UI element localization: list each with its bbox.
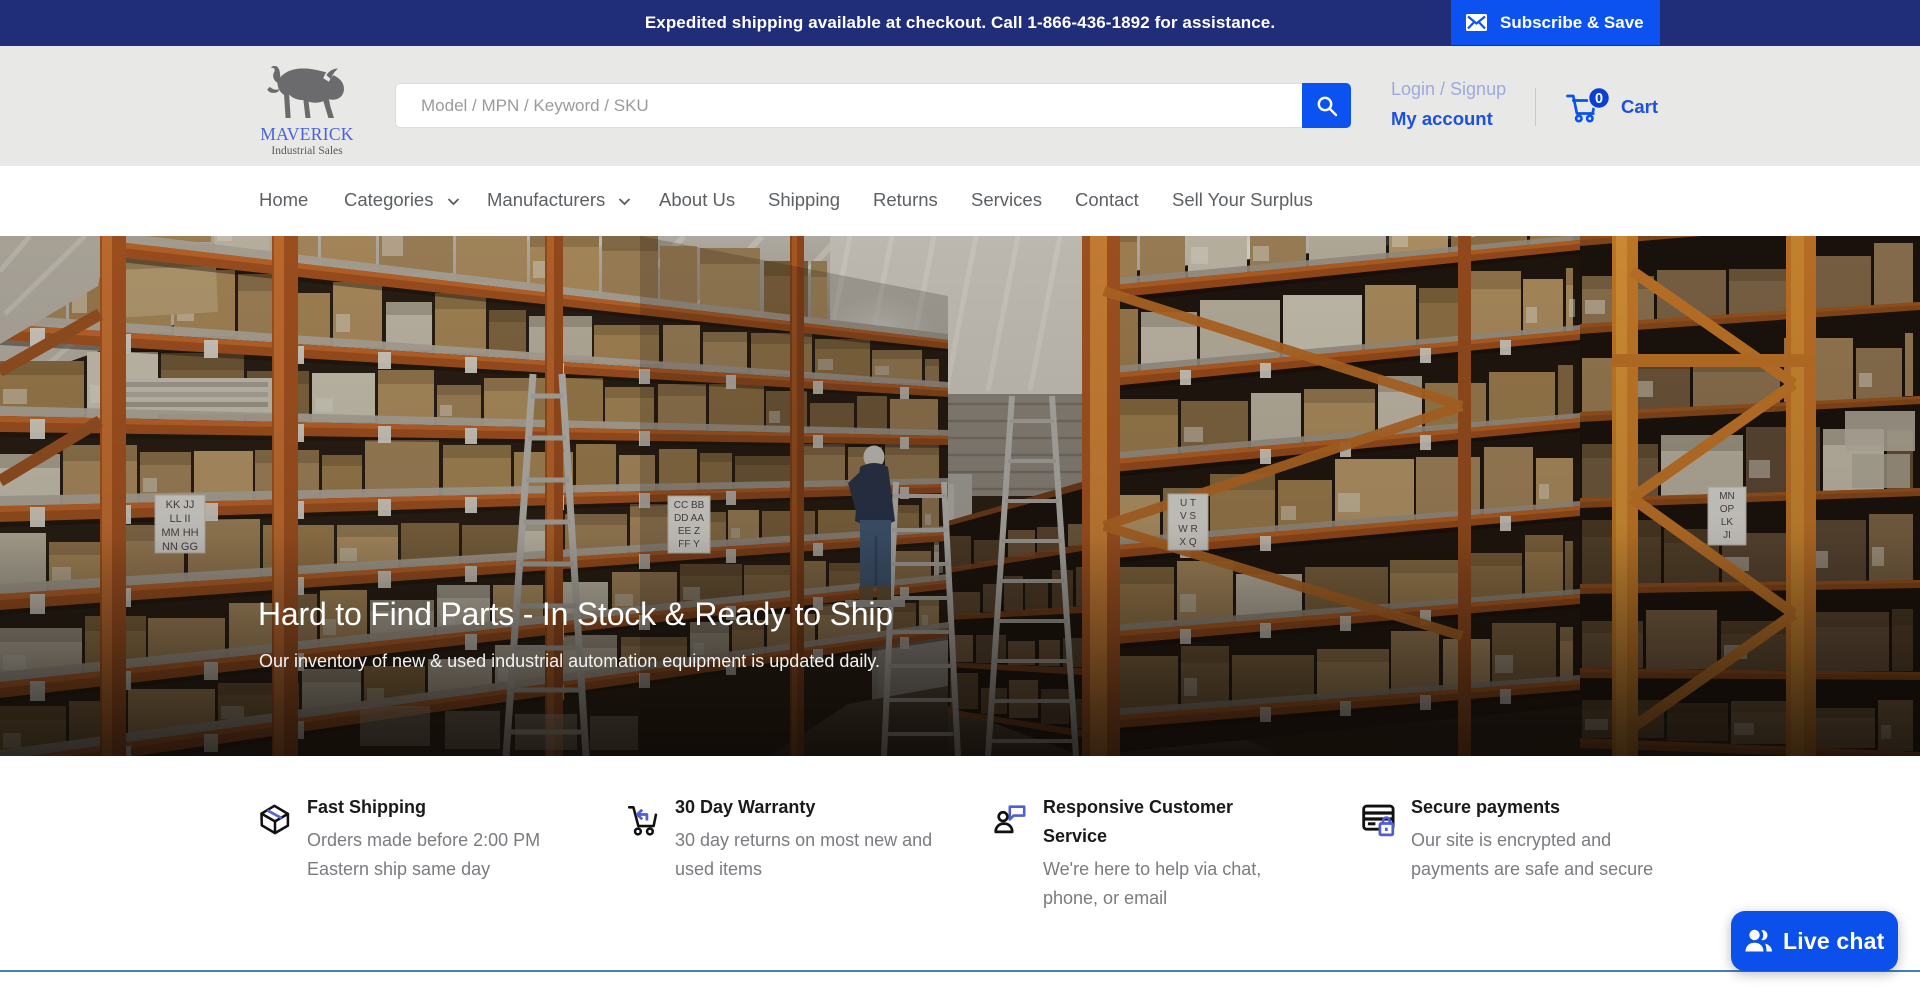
svg-text:0: 0 bbox=[1595, 91, 1603, 107]
